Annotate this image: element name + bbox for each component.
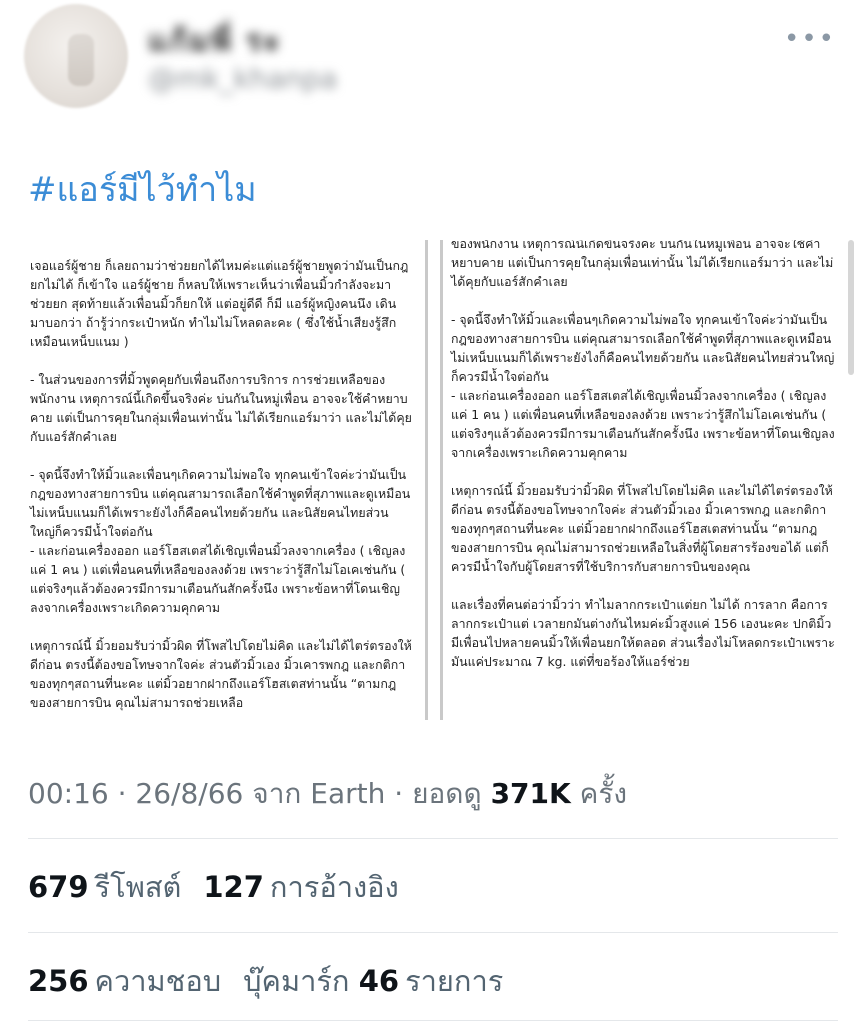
views-count: 371K [490, 777, 571, 810]
attached-paragraph: ของพนักงาน เหตุการณ์นี้เกิดขึ้นจริงค่ะ บ… [451, 240, 834, 289]
divider [28, 932, 838, 933]
author-handle[interactable]: @mk_khanpa [148, 62, 337, 95]
stats-row-reposts: 679 รีโพสต์ 127 การอ้างอิง [28, 864, 399, 910]
divider [28, 838, 838, 839]
reposts-label: รีโพสต์ [94, 870, 182, 904]
avatar[interactable] [24, 4, 128, 108]
attached-text-right: ของพนักงาน เหตุการณ์นี้เกิดขึ้นจริงค่ะ บ… [451, 240, 850, 671]
tweet-meta: 00:16 · 26/8/66 จาก Earth · ยอดดู 371K ค… [28, 772, 627, 816]
attached-paragraph: และเรื่องที่คนต่อว่ามิ้วว่า ทำไมลากกระเป… [451, 597, 835, 669]
likes-label: ความชอบ [94, 964, 222, 998]
attached-text-left: เจอแอร์ผู้ชาย ก็เลยถามว่าช่วยยกได้ไหมค่ะ… [28, 240, 425, 712]
tweet-source: จาก Earth [252, 777, 386, 810]
reposts-count: 679 [28, 870, 89, 904]
stats-row-likes: 256 ความชอบ บุ๊คมาร์ก 46 รายการ [28, 958, 503, 1004]
quotes-label: การอ้างอิง [269, 870, 399, 904]
bookmarks-count: 46 [358, 964, 400, 998]
quotes-count: 127 [203, 870, 264, 904]
bookmarks-prefix: บุ๊คมาร์ก [243, 964, 350, 998]
hashtag-link[interactable]: #แอร์มีไว้ทำไม [28, 162, 257, 216]
more-options-icon[interactable]: ••• [784, 26, 836, 52]
attached-image-right-column[interactable]: ของพนักงาน เหตุการณ์นี้เกิดขึ้นจริงค่ะ บ… [440, 240, 850, 720]
reposts-stat[interactable]: 679 รีโพสต์ [28, 870, 181, 904]
attached-paragraph: เจอแอร์ผู้ชาย ก็เลยถามว่าช่วยยกได้ไหมค่ะ… [30, 258, 409, 349]
quotes-stat[interactable]: 127 การอ้างอิง [203, 870, 398, 904]
attached-image-left-column[interactable]: เจอแอร์ผู้ชาย ก็เลยถามว่าช่วยยกได้ไหมค่ะ… [28, 240, 428, 720]
likes-count: 256 [28, 964, 89, 998]
meta-separator: · [394, 777, 413, 810]
attached-image-scrollbar[interactable] [848, 240, 854, 375]
attached-paragraph: เหตุการณ์นี้ มิ้วยอมรับว่ามิ้วผิด ที่โพส… [451, 483, 833, 574]
bookmarks-stat[interactable]: บุ๊คมาร์ก 46 รายการ [243, 964, 503, 998]
attached-paragraph: - จุดนี้จึงทำให้มิ้วและเพื่อนๆเกิดความไม… [451, 312, 835, 460]
attached-paragraph: - ในส่วนของการที่มิ้วพูดคุยกับเพื่อนถึงก… [30, 372, 412, 444]
author-display-name[interactable]: แก้มพี่ ระ [148, 18, 282, 65]
attached-paragraph: - จุดนี้จึงทำให้มิ้วและเพื่อนๆเกิดความไม… [30, 467, 411, 615]
tweet-detail: { "author": { "display_name": "แก้มพี่ ร… [0, 0, 866, 1024]
attached-paragraph: เหตุการณ์นี้ มิ้วยอมรับว่ามิ้วผิด ที่โพส… [30, 638, 412, 710]
divider [28, 1020, 838, 1021]
views-suffix: ครั้ง [579, 777, 628, 810]
likes-stat[interactable]: 256 ความชอบ [28, 964, 221, 998]
avatar-figure [68, 34, 94, 86]
tweet-time[interactable]: 00:16 [28, 777, 109, 810]
meta-separator: · [117, 777, 136, 810]
tweet-date[interactable]: 26/8/66 [135, 777, 243, 810]
bookmarks-suffix: รายการ [405, 964, 504, 998]
views-label: ยอดดู [412, 777, 482, 810]
